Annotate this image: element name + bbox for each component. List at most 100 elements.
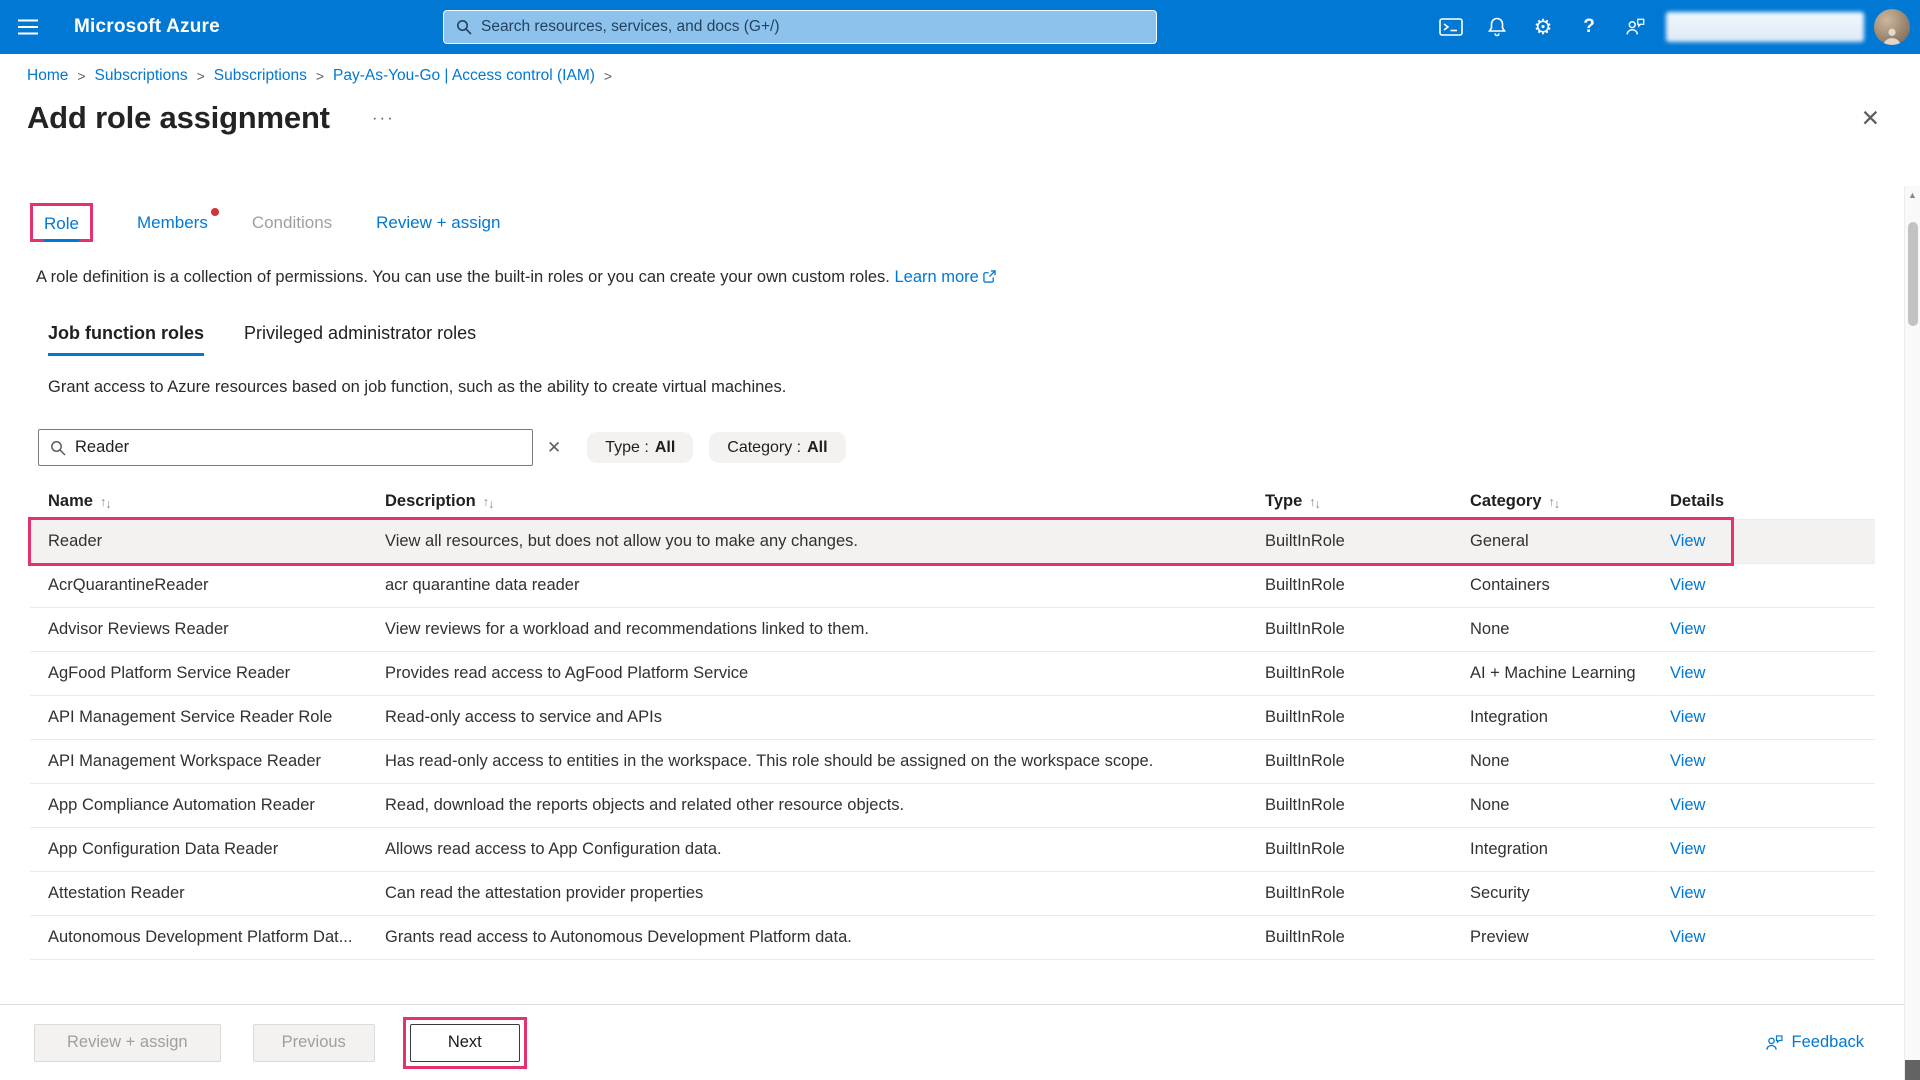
- avatar-person-icon: [1881, 25, 1903, 45]
- role-details-cell: View: [1670, 872, 1875, 915]
- table-row[interactable]: Advisor Reviews ReaderView reviews for a…: [30, 608, 1875, 652]
- cloud-shell-icon: [1439, 18, 1463, 36]
- role-details-cell: View: [1670, 652, 1875, 695]
- role-details-cell: View: [1670, 608, 1875, 651]
- breadcrumb-pay-as-you-go-iam[interactable]: Pay-As-You-Go | Access control (IAM): [333, 67, 595, 85]
- sort-icon: ↑↓: [1549, 495, 1562, 509]
- tab-conditions: Conditions: [252, 213, 332, 233]
- feedback-button[interactable]: [1612, 0, 1658, 54]
- role-category: Integration: [1470, 696, 1670, 739]
- vertical-scrollbar[interactable]: ▲: [1904, 186, 1920, 1080]
- subtab-privileged-administrator-roles[interactable]: Privileged administrator roles: [244, 323, 476, 356]
- category-filter-label: Category :: [727, 439, 801, 457]
- job-function-description: Grant access to Azure resources based on…: [48, 378, 1920, 397]
- column-header-name[interactable]: Name ↑↓: [30, 492, 385, 511]
- view-details-link[interactable]: View: [1670, 752, 1705, 771]
- sort-icon: ↑↓: [483, 495, 496, 509]
- more-options-button[interactable]: ···: [372, 108, 395, 128]
- role-details-cell: View: [1670, 916, 1875, 959]
- avatar[interactable]: [1874, 9, 1910, 45]
- role-description: acr quarantine data reader: [385, 564, 1265, 607]
- role-description: View all resources, but does not allow y…: [385, 520, 1265, 563]
- tab-members[interactable]: Members: [137, 213, 208, 233]
- scroll-up-icon[interactable]: ▲: [1905, 186, 1920, 200]
- role-type: BuiltInRole: [1265, 740, 1470, 783]
- feedback-link[interactable]: Feedback: [1764, 1033, 1864, 1053]
- help-icon: ?: [1583, 16, 1595, 38]
- scrollbar-thumb[interactable]: [1908, 222, 1918, 326]
- breadcrumb-subscriptions-1[interactable]: Subscriptions: [95, 67, 188, 85]
- role-description: Read, download the reports objects and r…: [385, 784, 1265, 827]
- search-icon: [456, 19, 472, 35]
- clear-search-button[interactable]: ✕: [547, 438, 561, 458]
- view-details-link[interactable]: View: [1670, 884, 1705, 903]
- view-details-link[interactable]: View: [1670, 620, 1705, 639]
- column-header-description[interactable]: Description ↑↓: [385, 492, 1265, 511]
- column-header-type[interactable]: Type ↑↓: [1265, 492, 1470, 511]
- column-header-details: Details: [1670, 492, 1875, 511]
- role-details-cell: View: [1670, 784, 1875, 827]
- view-details-link[interactable]: View: [1670, 708, 1705, 727]
- previous-button[interactable]: Previous: [253, 1024, 375, 1062]
- table-row[interactable]: AgFood Platform Service ReaderProvides r…: [30, 652, 1875, 696]
- role-category: Containers: [1470, 564, 1670, 607]
- breadcrumb: Home > Subscriptions > Subscriptions > P…: [27, 67, 1875, 85]
- view-details-link[interactable]: View: [1670, 928, 1705, 947]
- tab-bar: Role Members Conditions Review + assign: [0, 203, 1920, 242]
- gear-icon: ⚙: [1534, 17, 1553, 38]
- role-name: App Configuration Data Reader: [30, 828, 385, 871]
- role-details-cell: View: [1670, 740, 1875, 783]
- settings-button[interactable]: ⚙: [1520, 0, 1566, 54]
- notifications-button[interactable]: [1474, 0, 1520, 54]
- role-name: Reader: [30, 520, 385, 563]
- table-row[interactable]: Autonomous Development Platform Dat...Gr…: [30, 916, 1875, 960]
- role-search-box[interactable]: [38, 429, 533, 466]
- view-details-link[interactable]: View: [1670, 840, 1705, 859]
- role-details-cell: View: [1670, 696, 1875, 739]
- review-assign-button[interactable]: Review + assign: [34, 1024, 221, 1062]
- view-details-link[interactable]: View: [1670, 576, 1705, 595]
- global-search-input[interactable]: [481, 18, 1144, 36]
- intro-text: A role definition is a collection of per…: [36, 268, 890, 286]
- role-description: Allows read access to App Configuration …: [385, 828, 1265, 871]
- role-category: Security: [1470, 872, 1670, 915]
- type-filter-pill[interactable]: Type : All: [587, 432, 693, 463]
- cloud-shell-button[interactable]: [1428, 0, 1474, 54]
- role-details-cell: View: [1670, 564, 1875, 607]
- portal-brand[interactable]: Microsoft Azure: [74, 16, 220, 38]
- role-details-cell: View: [1670, 520, 1875, 563]
- global-search-box[interactable]: [443, 10, 1157, 44]
- members-alert-dot-icon: [211, 208, 219, 216]
- subtab-job-function-roles[interactable]: Job function roles: [48, 323, 204, 356]
- role-definition-description: A role definition is a collection of per…: [36, 268, 1920, 287]
- next-button[interactable]: Next: [410, 1024, 520, 1062]
- filter-row: ✕ Type : All Category : All: [38, 429, 1920, 466]
- tab-review-assign[interactable]: Review + assign: [376, 213, 500, 233]
- table-row[interactable]: API Management Service Reader RoleRead-o…: [30, 696, 1875, 740]
- table-row[interactable]: API Management Workspace ReaderHas read-…: [30, 740, 1875, 784]
- table-row[interactable]: ReaderView all resources, but does not a…: [30, 520, 1875, 564]
- table-row[interactable]: App Configuration Data ReaderAllows read…: [30, 828, 1875, 872]
- tab-role[interactable]: Role: [44, 214, 79, 242]
- table-row[interactable]: Attestation ReaderCan read the attestati…: [30, 872, 1875, 916]
- view-details-link[interactable]: View: [1670, 664, 1705, 683]
- learn-more-link[interactable]: Learn more: [894, 268, 995, 286]
- role-type: BuiltInRole: [1265, 652, 1470, 695]
- category-filter-pill[interactable]: Category : All: [709, 432, 845, 463]
- role-description: Grants read access to Autonomous Develop…: [385, 916, 1265, 959]
- view-details-link[interactable]: View: [1670, 532, 1705, 551]
- breadcrumb-subscriptions-2[interactable]: Subscriptions: [214, 67, 307, 85]
- table-row[interactable]: AcrQuarantineReaderacr quarantine data r…: [30, 564, 1875, 608]
- close-button[interactable]: ✕: [1861, 107, 1880, 130]
- column-header-category[interactable]: Category ↑↓: [1470, 492, 1670, 511]
- hamburger-menu-button[interactable]: [0, 0, 56, 54]
- role-description: Read-only access to service and APIs: [385, 696, 1265, 739]
- breadcrumb-home[interactable]: Home: [27, 67, 68, 85]
- role-category: None: [1470, 740, 1670, 783]
- help-button[interactable]: ?: [1566, 0, 1612, 54]
- role-search-input[interactable]: [75, 438, 521, 457]
- scrollbar-bottom-segment[interactable]: [1905, 1060, 1920, 1080]
- view-details-link[interactable]: View: [1670, 796, 1705, 815]
- breadcrumb-separator: >: [77, 68, 85, 84]
- table-row[interactable]: App Compliance Automation ReaderRead, do…: [30, 784, 1875, 828]
